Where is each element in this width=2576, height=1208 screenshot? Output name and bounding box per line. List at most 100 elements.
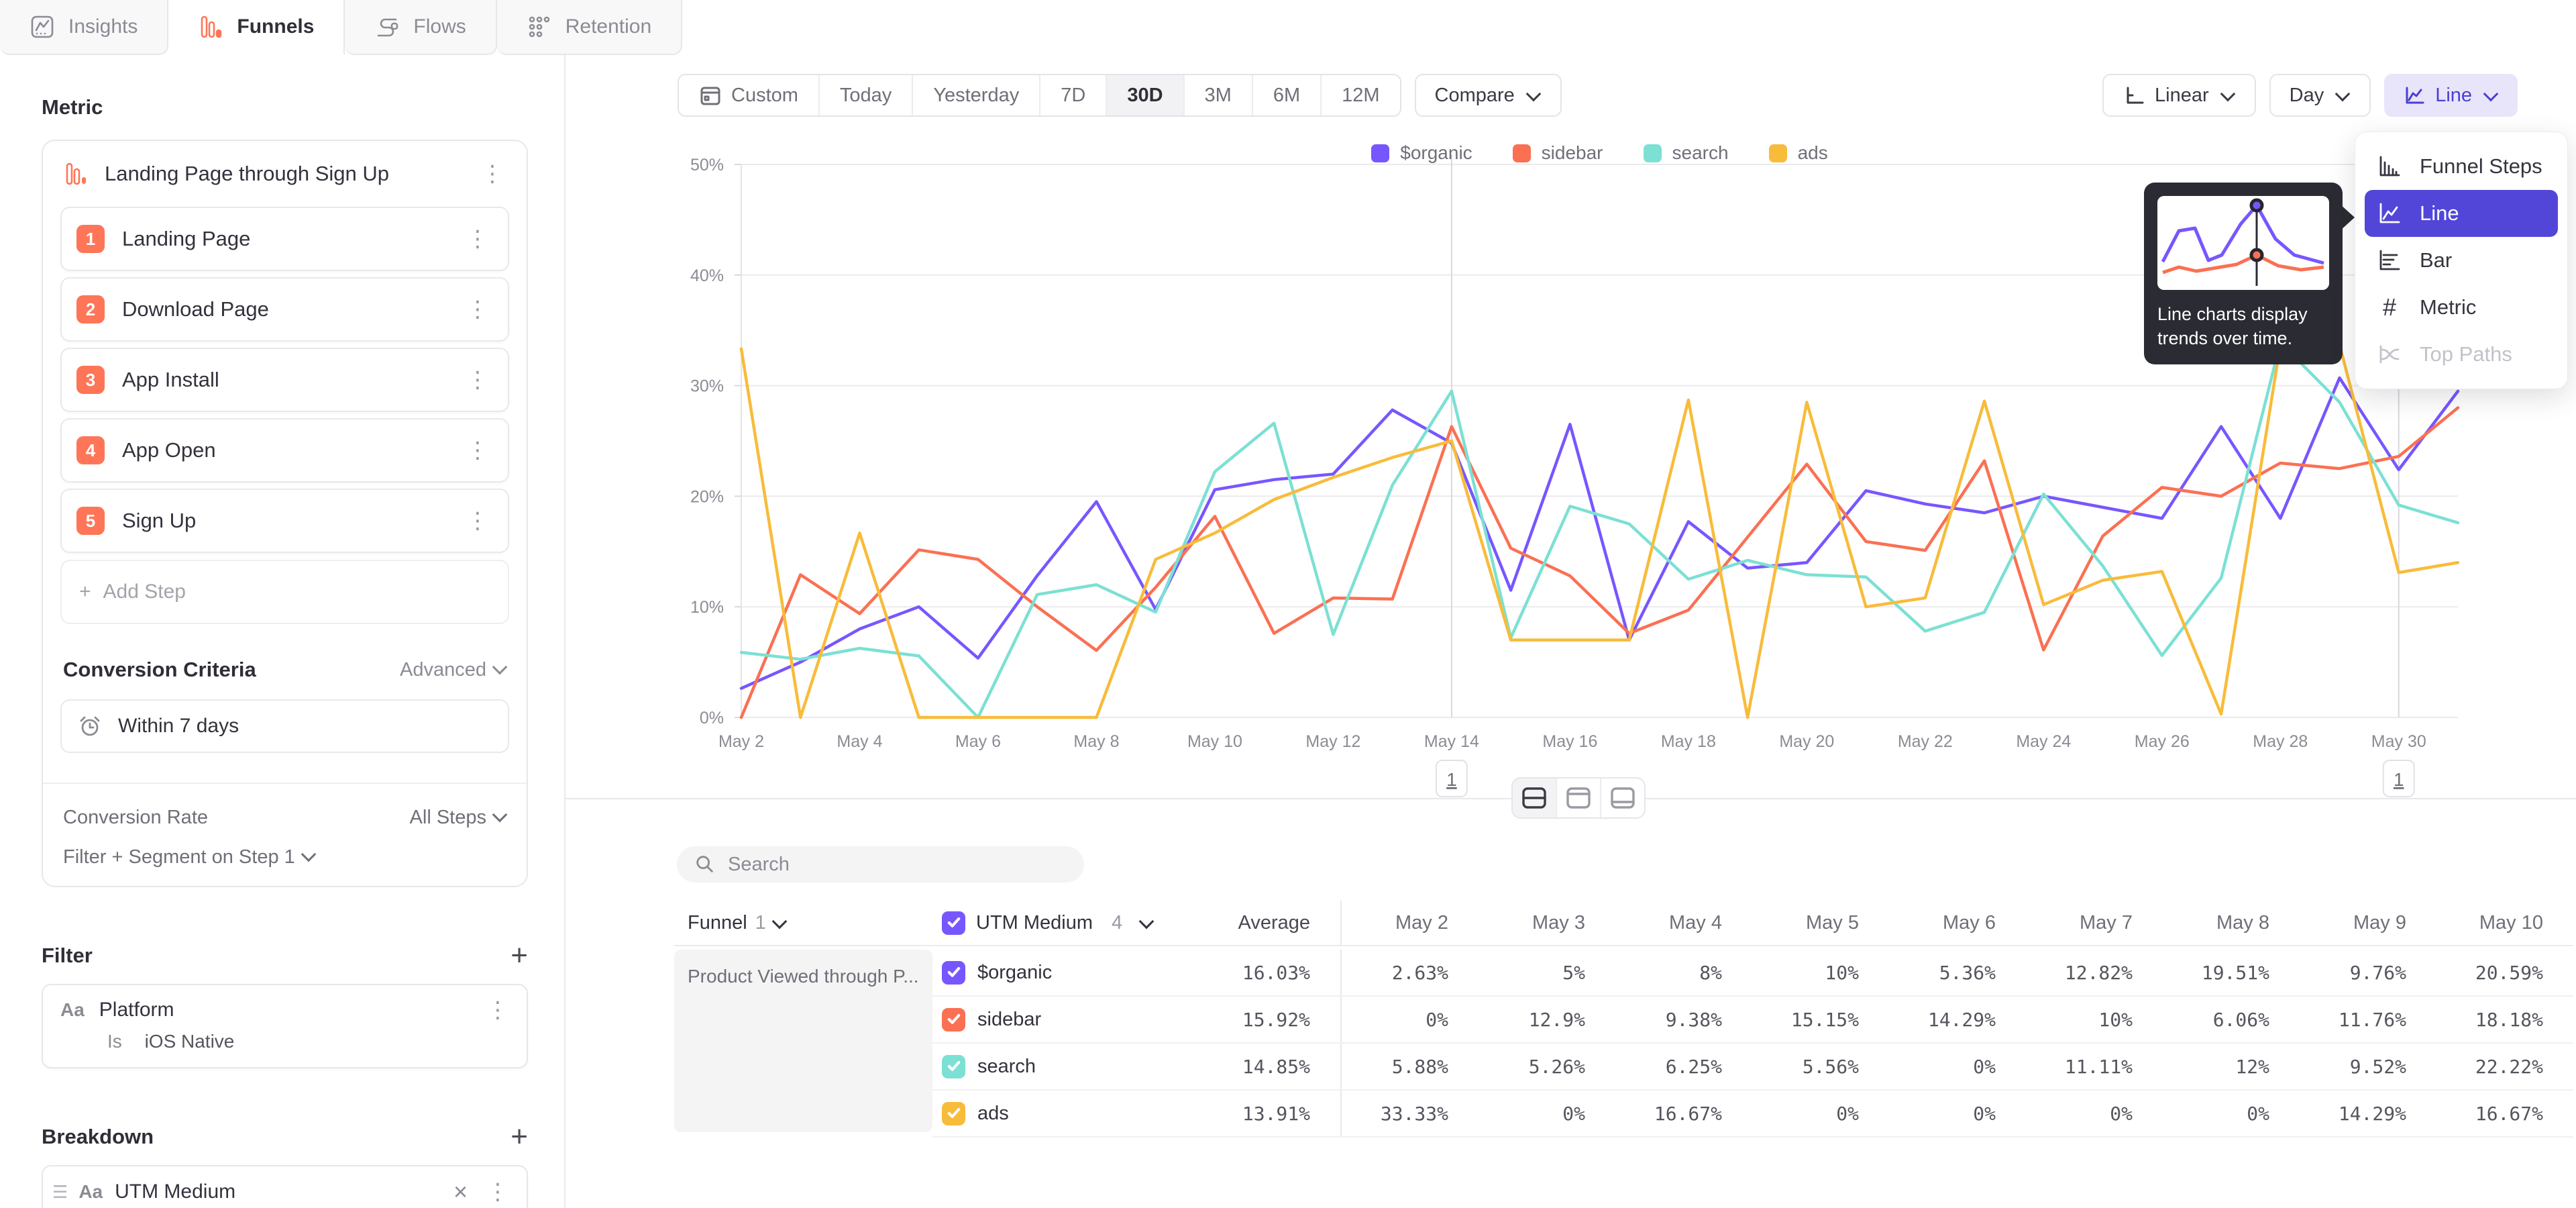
tab-label: Insights [68,15,138,38]
step-label: Landing Page [122,227,445,251]
conversion-window-row[interactable]: Within 7 days [60,699,509,753]
series-name[interactable]: $organic [977,962,1052,984]
breakdown-column-header[interactable]: UTM Medium [976,912,1093,934]
table-search-input[interactable]: Search [677,846,1084,883]
funnel-step-2[interactable]: 2 Download Page ⋮ [60,277,509,342]
granularity-button[interactable]: Day [2269,74,2371,117]
line-chart-icon [2375,199,2404,228]
cell-value: 9.76% [2300,962,2436,984]
remove-breakdown-icon[interactable]: × [451,1180,470,1204]
date-column-header[interactable]: May 6 [1889,912,2026,934]
date-column-header[interactable]: May 2 [1342,912,1479,934]
calendar-icon [699,84,722,107]
svg-text:1: 1 [2394,769,2404,790]
filter-segment-dropdown[interactable]: Filter + Segment on Step 1 [43,829,527,868]
date-column-header[interactable]: May 3 [1479,912,1615,934]
filter-property-row[interactable]: Aa Platform ⋮ [43,985,527,1025]
svg-text:May 16: May 16 [1542,732,1597,751]
svg-text:May 30: May 30 [2371,732,2426,751]
cell-value: 5% [1479,962,1615,984]
menu-item-bar[interactable]: Bar [2365,237,2558,284]
range-30d[interactable]: 30D [1106,75,1183,115]
series-checkbox[interactable] [942,1055,965,1078]
top-paths-icon [2375,340,2404,368]
series-checkbox[interactable] [942,1008,965,1031]
date-column-header[interactable]: May 4 [1615,912,1752,934]
range-7d[interactable]: 7D [1039,75,1106,115]
range-custom[interactable]: Custom [679,75,818,115]
breakdown-select-all-checkbox[interactable] [942,911,965,935]
metric-title-row[interactable]: Landing Page through Sign Up ⋮ [43,141,527,201]
svg-text:30%: 30% [690,377,724,396]
step-kebab-icon[interactable]: ⋮ [462,368,493,391]
series-checkbox[interactable] [942,1102,965,1125]
series-name[interactable]: search [977,1056,1036,1078]
compare-button[interactable]: Compare [1415,74,1562,117]
add-step-button[interactable]: + Add Step [60,560,509,624]
funnel-step-4[interactable]: 4 App Open ⋮ [60,418,509,483]
legend-item[interactable]: $organic [1371,142,1472,164]
breakdown-kebab-icon[interactable]: ⋮ [482,1180,513,1203]
range-3m[interactable]: 3M [1183,75,1252,115]
layout-split-view-button[interactable] [1513,778,1556,817]
legend-item[interactable]: ads [1769,142,1828,164]
step-kebab-icon[interactable]: ⋮ [462,228,493,250]
hash-icon: # [2375,293,2404,321]
range-6m[interactable]: 6M [1252,75,1320,115]
search-placeholder: Search [728,854,790,876]
legend-item[interactable]: search [1644,142,1729,164]
tab-flows[interactable]: Flows [345,0,496,55]
metric-kebab-icon[interactable]: ⋮ [477,162,508,185]
average-column-header[interactable]: Average [1238,912,1341,934]
add-breakdown-button[interactable]: + [511,1127,528,1147]
date-column-header[interactable]: May 8 [2163,912,2300,934]
tab-retention[interactable]: Retention [497,0,682,55]
breakdown-section-header: Breakdown [42,1125,154,1149]
funnel-step-5[interactable]: 5 Sign Up ⋮ [60,489,509,553]
date-column-header[interactable]: May 10 [2436,912,2573,934]
menu-item-line[interactable]: Line [2365,190,2558,237]
filter-kebab-icon[interactable]: ⋮ [482,999,513,1021]
add-filter-button[interactable]: + [511,946,528,966]
tab-funnels[interactable]: Funnels [168,0,345,55]
all-steps-dropdown[interactable]: All Steps [410,807,508,829]
funnel-column-header[interactable]: Funnel 1 [674,912,932,934]
funnel-step-1[interactable]: 1 Landing Page ⋮ [60,207,509,271]
date-column-header[interactable]: May 5 [1752,912,1889,934]
step-kebab-icon[interactable]: ⋮ [462,509,493,532]
chevron-down-icon [2335,86,2351,101]
svg-text:May 14: May 14 [1424,732,1479,751]
layout-table-only-button[interactable] [1600,778,1644,817]
chart-type-button[interactable]: Line [2384,74,2518,117]
series-name[interactable]: sidebar [977,1009,1041,1031]
range-12m[interactable]: 12M [1320,75,1399,115]
layout-chart-only-button[interactable] [1556,778,1600,817]
menu-item-funnel-steps[interactable]: Funnel Steps [2365,143,2558,190]
table-row: $organic 16.03% 2.63% 5% 8% 10% 5.36% 12… [932,950,2573,997]
cell-value: 12% [2163,1056,2300,1078]
funnel-step-3[interactable]: 3 App Install ⋮ [60,348,509,412]
breakdown-property-row[interactable]: ☰ Aa UTM Medium × ⋮ [43,1166,527,1208]
tab-insights[interactable]: Insights [0,0,168,55]
legend-swatch [1644,144,1662,162]
svg-text:May 26: May 26 [2135,732,2190,751]
step-kebab-icon[interactable]: ⋮ [462,298,493,321]
filter-condition-row[interactable]: Is iOS Native [43,1025,527,1067]
svg-text:May 6: May 6 [955,732,1001,751]
cell-value: 11.11% [2026,1056,2163,1078]
legend-item[interactable]: sidebar [1513,142,1603,164]
conversion-criteria-header: Conversion Criteria [63,658,256,682]
menu-item-metric[interactable]: # Metric [2365,284,2558,331]
series-name[interactable]: ads [977,1103,1009,1125]
svg-text:50%: 50% [690,156,724,174]
advanced-dropdown[interactable]: Advanced [400,659,508,681]
date-column-header[interactable]: May 9 [2300,912,2436,934]
step-kebab-icon[interactable]: ⋮ [462,439,493,462]
range-today[interactable]: Today [818,75,912,115]
report-tabbar: Insights Funnels Flows Retention [0,0,2576,54]
drag-handle-icon[interactable]: ☰ [52,1182,66,1203]
series-checkbox[interactable] [942,961,965,985]
date-column-header[interactable]: May 7 [2026,912,2163,934]
range-yesterday[interactable]: Yesterday [912,75,1039,115]
scale-button[interactable]: Linear [2102,74,2256,117]
